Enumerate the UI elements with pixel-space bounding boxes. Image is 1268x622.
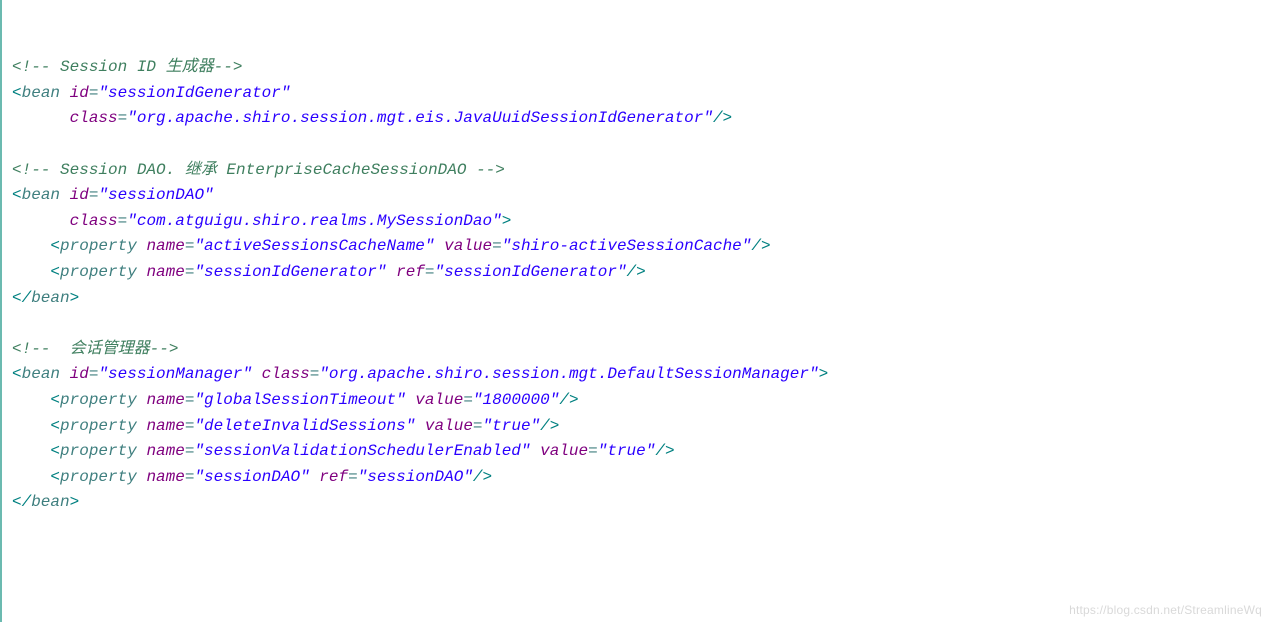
attr-name: name [146, 263, 184, 281]
value: "sessionIdGenerator" [435, 263, 627, 281]
value: "org.apache.shiro.session.mgt.DefaultSes… [319, 365, 818, 383]
tag-property: property [60, 417, 137, 435]
value: "true" [483, 417, 541, 435]
value: "org.apache.shiro.session.mgt.eis.JavaUu… [127, 109, 713, 127]
bracket: < [50, 237, 60, 255]
attr-value: value [540, 442, 588, 460]
bracket: > [70, 289, 80, 307]
comment: <!-- Session ID 生成器--> [12, 58, 242, 76]
value: "1800000" [473, 391, 559, 409]
attr-class: class [70, 109, 118, 127]
value: "true" [598, 442, 656, 460]
value: "sessionDAO" [98, 186, 213, 204]
attr-name: name [146, 468, 184, 486]
bracket: /> [540, 417, 559, 435]
attr-class: class [262, 365, 310, 383]
value: "deleteInvalidSessions" [194, 417, 415, 435]
value: "activeSessionsCacheName" [194, 237, 434, 255]
bracket: > [70, 493, 80, 511]
value: "globalSessionTimeout" [194, 391, 405, 409]
attr-name: name [146, 442, 184, 460]
bracket: < [50, 263, 60, 281]
bracket: </ [12, 289, 31, 307]
tag-property: property [60, 263, 137, 281]
attr-ref: ref [396, 263, 425, 281]
bracket: < [12, 365, 22, 383]
value: "sessionManager" [98, 365, 252, 383]
value: "sessionIdGenerator" [98, 84, 290, 102]
bracket: /> [655, 442, 674, 460]
comment: <!-- Session DAO. 继承 EnterpriseCacheSess… [12, 161, 505, 179]
tag-bean-close: bean [31, 289, 69, 307]
bracket: > [819, 365, 829, 383]
tag-bean: bean [22, 84, 60, 102]
attr-id: id [70, 186, 89, 204]
attr-ref: ref [319, 468, 348, 486]
watermark: https://blog.csdn.net/StreamlineWq [1069, 601, 1262, 620]
tag-property: property [60, 468, 137, 486]
bracket: /> [473, 468, 492, 486]
attr-name: name [146, 417, 184, 435]
bracket: < [12, 186, 22, 204]
value: "sessionIdGenerator" [194, 263, 386, 281]
tag-property: property [60, 237, 137, 255]
attr-name: name [146, 391, 184, 409]
value: "sessionDAO" [358, 468, 473, 486]
code-block: <!-- Session ID 生成器--> <bean id="session… [12, 55, 1258, 516]
tag-property: property [60, 442, 137, 460]
value: "shiro-activeSessionCache" [502, 237, 752, 255]
bracket: < [50, 417, 60, 435]
tag-bean: bean [22, 186, 60, 204]
attr-value: value [425, 417, 473, 435]
bracket: /> [713, 109, 732, 127]
value: "sessionValidationSchedulerEnabled" [194, 442, 530, 460]
attr-id: id [70, 84, 89, 102]
attr-value: value [444, 237, 492, 255]
value: "sessionDAO" [194, 468, 309, 486]
attr-class: class [70, 212, 118, 230]
attr-name: name [146, 237, 184, 255]
attr-id: id [70, 365, 89, 383]
bracket: > [502, 212, 512, 230]
bracket: /> [751, 237, 770, 255]
bracket: /> [627, 263, 646, 281]
bracket: < [50, 468, 60, 486]
tag-bean: bean [22, 365, 60, 383]
tag-property: property [60, 391, 137, 409]
attr-value: value [415, 391, 463, 409]
bracket: /> [559, 391, 578, 409]
comment: <!-- 会话管理器--> [12, 340, 178, 358]
bracket: < [50, 442, 60, 460]
bracket: </ [12, 493, 31, 511]
tag-bean-close: bean [31, 493, 69, 511]
bracket: < [12, 84, 22, 102]
value: "com.atguigu.shiro.realms.MySessionDao" [127, 212, 501, 230]
bracket: < [50, 391, 60, 409]
